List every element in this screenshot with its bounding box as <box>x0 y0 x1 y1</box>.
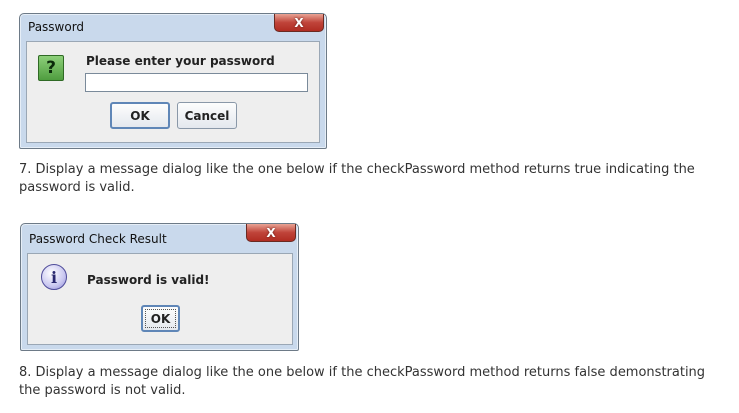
ok-button[interactable]: OK <box>110 102 170 129</box>
step-7-instruction: 7. Display a message dialog like the one… <box>19 162 695 195</box>
focus-ring: OK <box>145 309 176 328</box>
information-icon: i <box>41 264 67 290</box>
cancel-button[interactable]: Cancel <box>177 102 237 129</box>
dialog-body: i Password is valid! OK <box>27 253 293 345</box>
close-icon: X <box>294 15 304 30</box>
password-dialog: Password X ? Please enter your password … <box>19 13 327 149</box>
close-icon: X <box>266 225 276 240</box>
result-dialog: Password Check Result X i Password is va… <box>20 223 299 351</box>
password-input[interactable] <box>85 73 308 92</box>
dialog-body: ? Please enter your password OK Cancel <box>26 41 320 143</box>
dialog-title: Password <box>28 20 85 34</box>
prompt-label: Please enter your password <box>86 54 275 68</box>
close-button[interactable]: X <box>246 224 296 242</box>
question-icon: ? <box>38 55 64 81</box>
result-message: Password is valid! <box>87 273 210 287</box>
ok-button[interactable]: OK <box>141 305 180 332</box>
close-button[interactable]: X <box>274 14 324 32</box>
dialog-title: Password Check Result <box>29 232 167 246</box>
step-8-instruction: 8. Display a message dialog like the one… <box>19 365 706 398</box>
